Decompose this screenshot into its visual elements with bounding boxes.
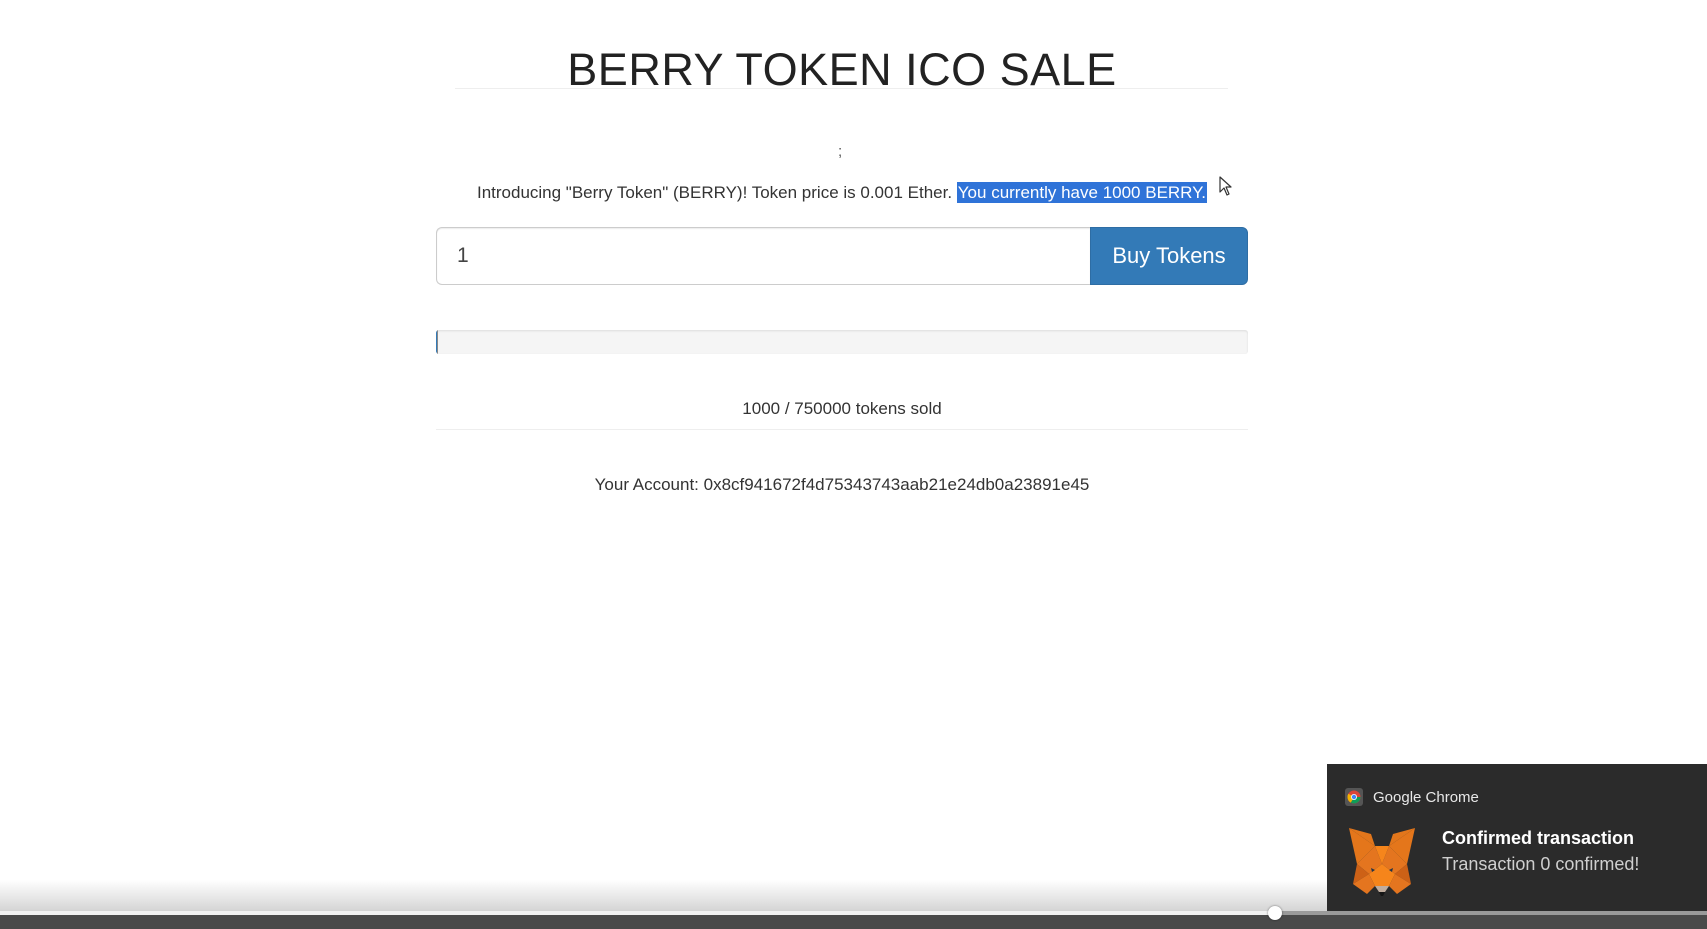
- notification-app-header: Google Chrome: [1345, 788, 1479, 806]
- page: BERRY TOKEN ICO SALE ; Introducing "Berr…: [0, 0, 1707, 929]
- chrome-icon: [1345, 788, 1363, 806]
- metamask-fox-icon: [1349, 828, 1415, 896]
- video-controls-bar: [0, 915, 1707, 929]
- notification-message: Transaction 0 confirmed!: [1442, 854, 1640, 874]
- sale-progress-bar: [436, 330, 1248, 354]
- section-divider: [436, 429, 1248, 430]
- notification-app-name: Google Chrome: [1373, 788, 1479, 806]
- tokens-sold-text: 1000 / 750000 tokens sold: [742, 399, 942, 418]
- sale-progress-fill: [436, 330, 439, 354]
- notification-title: Confirmed transaction: [1442, 828, 1635, 848]
- mouse-pointer-icon: [1219, 176, 1232, 196]
- token-quantity-input[interactable]: [436, 227, 1090, 285]
- desktop-notification[interactable]: Google Chrome Confirmed transaction Tran…: [1327, 764, 1707, 911]
- stray-text: ;: [838, 143, 843, 160]
- account-address: Your Account: 0x8cf941672f4d75343743aab2…: [594, 475, 1090, 494]
- video-seek-played: [0, 911, 1276, 915]
- title-divider: [455, 88, 1228, 89]
- token-balance-text: You currently have 1000 BERRY.: [956, 182, 1208, 203]
- buy-tokens-button[interactable]: Buy Tokens: [1090, 227, 1248, 285]
- video-seek-bar[interactable]: [0, 906, 1707, 920]
- intro-paragraph: Introducing "Berry Token" (BERRY)! Token…: [0, 182, 1684, 203]
- buy-tokens-form: Buy Tokens: [436, 227, 1248, 285]
- intro-text: Introducing "Berry Token" (BERRY)! Token…: [476, 183, 957, 202]
